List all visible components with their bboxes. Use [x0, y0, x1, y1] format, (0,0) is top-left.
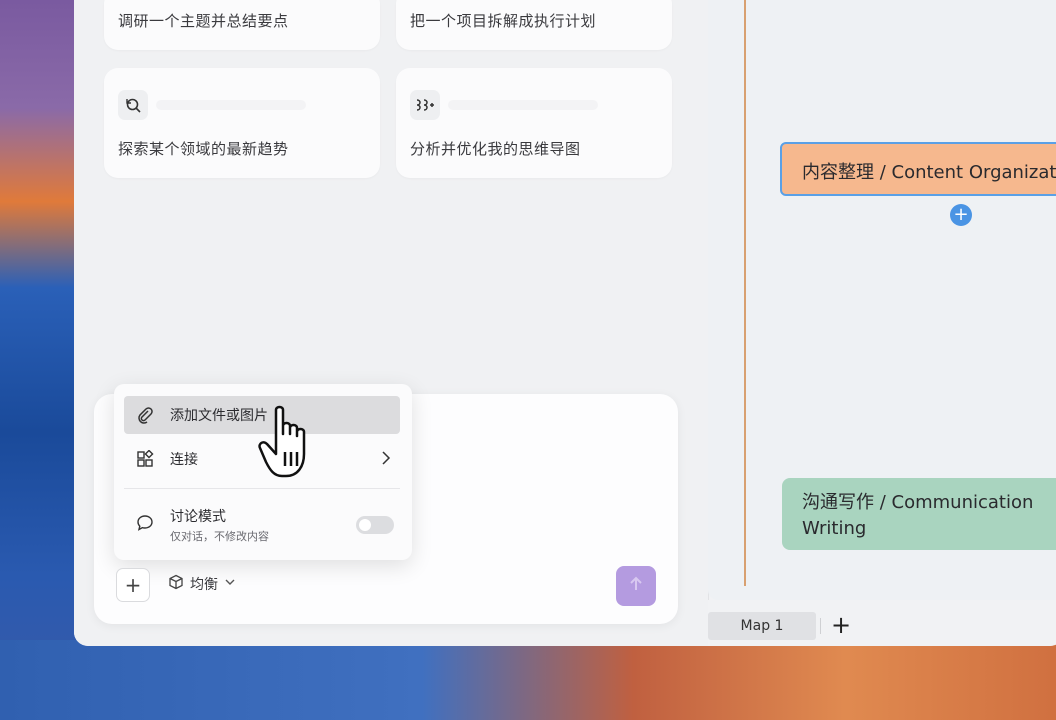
- add-attachment-button[interactable]: +: [116, 568, 150, 602]
- send-button[interactable]: [616, 566, 656, 606]
- add-child-node-button[interactable]: +: [950, 204, 972, 226]
- app-window: 调研一个主题并总结要点 把一个项目拆解成执行计划 探索某个领域的最新趋势 分析并…: [74, 0, 1056, 646]
- placeholder-bar: [156, 100, 306, 110]
- placeholder-bar: [448, 100, 598, 110]
- chevron-down-icon: [224, 576, 236, 592]
- menu-divider: [124, 488, 400, 489]
- optimize-icon: [410, 90, 440, 120]
- suggestion-text: 调研一个主题并总结要点: [118, 12, 289, 30]
- tab-map-1[interactable]: Map 1: [708, 612, 816, 640]
- suggestion-card-plan[interactable]: 把一个项目拆解成执行计划: [396, 0, 672, 50]
- ai-chat-panel: 调研一个主题并总结要点 把一个项目拆解成执行计划 探索某个领域的最新趋势 分析并…: [74, 0, 708, 646]
- menu-label: 讨论模式: [170, 509, 226, 525]
- suggestion-text: 分析并优化我的思维导图: [410, 140, 581, 158]
- menu-label: 连接: [170, 452, 198, 468]
- map-tab-bar: Map 1 +: [708, 600, 1056, 646]
- suggestion-text: 把一个项目拆解成执行计划: [410, 12, 597, 30]
- hand-cursor-icon: [258, 404, 328, 480]
- cube-icon: [168, 574, 184, 594]
- chat-bubble-icon: [136, 514, 154, 532]
- menu-label: 添加文件或图片: [170, 408, 268, 424]
- add-tab-button[interactable]: +: [826, 610, 856, 640]
- tab-separator: [820, 618, 821, 634]
- suggestion-card-optimize[interactable]: 分析并优化我的思维导图: [396, 68, 672, 178]
- chevron-right-icon: [380, 449, 392, 471]
- arrow-up-icon: [628, 575, 644, 597]
- explore-icon: [118, 90, 148, 120]
- desktop-wallpaper-bottom: [0, 640, 1056, 720]
- mindmap-node-communication-writing[interactable]: 沟通写作 / Communication Writing: [782, 478, 1056, 550]
- mindmap-node-content-organization[interactable]: 内容整理 / Content Organization: [780, 142, 1056, 196]
- menu-sublabel: 仅对话，不修改内容: [170, 530, 269, 543]
- apps-grid-icon: [136, 450, 154, 468]
- suggestion-text: 探索某个领域的最新趋势: [118, 140, 289, 158]
- model-selector[interactable]: 均衡: [168, 568, 236, 600]
- paperclip-icon: [136, 406, 154, 424]
- discuss-mode-toggle[interactable]: [356, 516, 394, 534]
- suggestion-card-research[interactable]: 调研一个主题并总结要点: [104, 0, 380, 50]
- mindmap-connector-line: [744, 0, 746, 586]
- desktop-wallpaper: [0, 0, 80, 720]
- menu-item-discuss-mode[interactable]: 讨论模式 仅对话，不修改内容: [124, 502, 400, 548]
- model-label: 均衡: [190, 577, 218, 593]
- suggestion-card-explore[interactable]: 探索某个领域的最新趋势: [104, 68, 380, 178]
